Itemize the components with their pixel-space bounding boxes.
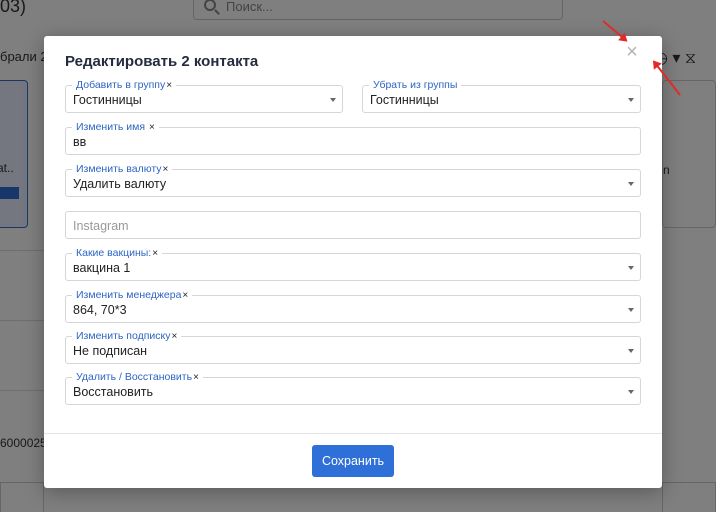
delete-restore-value: Восстановить: [73, 385, 154, 399]
add-to-group-value: Гостинницы: [73, 93, 142, 107]
chevron-down-icon: [628, 349, 634, 353]
remove-field-icon[interactable]: ×: [163, 164, 169, 175]
chevron-down-icon: [628, 266, 634, 270]
vaccines-value: вакцина 1: [73, 261, 131, 275]
delete-restore-select[interactable]: Удалить / Восстановить× Восстановить: [65, 371, 641, 405]
modal-footer-divider: [44, 433, 662, 434]
instagram-placeholder: Instagram: [73, 219, 129, 233]
chevron-down-icon: [628, 390, 634, 394]
remove-field-icon[interactable]: ×: [149, 122, 155, 133]
change-name-label: Изменить имя ×: [72, 121, 159, 134]
change-manager-select[interactable]: Изменить менеджера× 864, 70*3: [65, 289, 641, 323]
save-button[interactable]: Сохранить: [312, 445, 394, 477]
vaccines-label: Какие вакцины:×: [72, 247, 163, 260]
add-to-group-label: Добавить в группу×: [72, 79, 177, 92]
change-currency-value: Удалить валюту: [73, 177, 167, 191]
remove-from-group-label: Убрать из группы: [369, 79, 462, 91]
remove-field-icon[interactable]: ×: [182, 290, 188, 301]
modal-title: Редактировать 2 контакта: [65, 53, 259, 70]
change-subscription-label: Изменить подписку×: [72, 330, 182, 343]
delete-restore-label: Удалить / Восстановить×: [72, 371, 203, 384]
add-to-group-select[interactable]: Добавить в группу× Гостинницы: [65, 79, 343, 113]
change-name-value: вв: [73, 135, 87, 149]
close-icon[interactable]: ×: [622, 42, 642, 62]
remove-field-icon[interactable]: ×: [193, 372, 199, 383]
change-currency-label: Изменить валюту×: [72, 163, 173, 176]
remove-from-group-select[interactable]: Убрать из группы Гостинницы: [362, 79, 641, 113]
change-subscription-select[interactable]: Изменить подписку× Не подписан: [65, 330, 641, 364]
vaccines-select[interactable]: Какие вакцины:× вакцина 1: [65, 247, 641, 281]
change-manager-label: Изменить менеджера×: [72, 289, 193, 302]
change-subscription-value: Не подписан: [73, 344, 148, 358]
remove-field-icon[interactable]: ×: [152, 248, 158, 259]
change-name-input[interactable]: Изменить имя × вв: [65, 121, 641, 155]
remove-from-group-value: Гостинницы: [370, 93, 439, 107]
chevron-down-icon: [628, 308, 634, 312]
chevron-down-icon: [330, 98, 336, 102]
change-manager-value: 864, 70*3: [73, 303, 127, 317]
change-currency-select[interactable]: Изменить валюту× Удалить валюту: [65, 163, 641, 197]
chevron-down-icon: [628, 182, 634, 186]
edit-contacts-modal: Редактировать 2 контакта × Добавить в гр…: [44, 36, 662, 488]
instagram-input[interactable]: Instagram: [65, 211, 641, 239]
remove-field-icon[interactable]: ×: [171, 331, 177, 342]
remove-field-icon[interactable]: ×: [166, 80, 172, 91]
chevron-down-icon: [628, 98, 634, 102]
